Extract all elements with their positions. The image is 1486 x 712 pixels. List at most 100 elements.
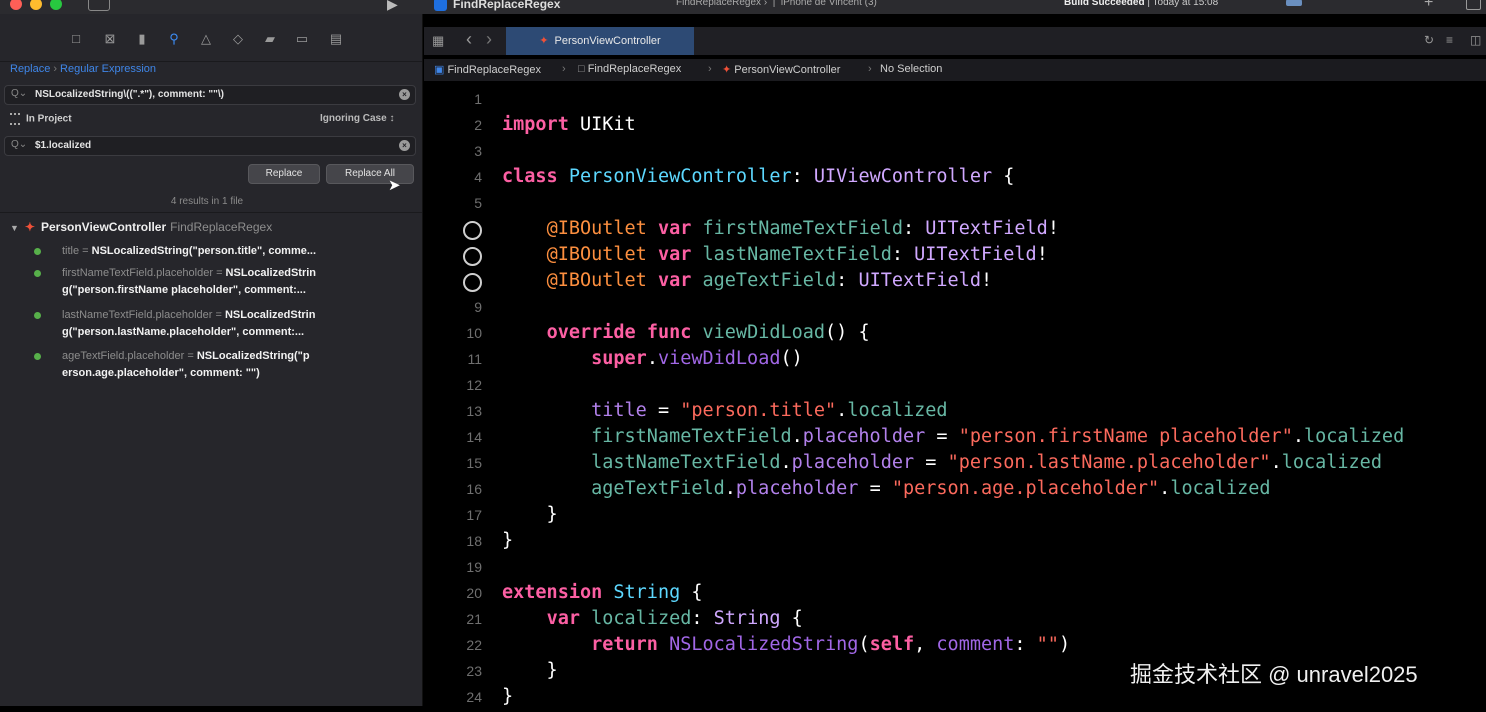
code-line: 13 title = "person.title".localized xyxy=(466,400,948,421)
code-line: @IBOutlet var lastNameTextField: UITextF… xyxy=(424,244,1486,270)
code-line: 15 lastNameTextField.placeholder = "pers… xyxy=(466,452,1382,473)
result-dot-icon xyxy=(34,353,41,360)
replace-all-button[interactable]: Replace All xyxy=(326,164,414,184)
search-scope[interactable]: In Project xyxy=(10,113,72,125)
cloud-icon[interactable] xyxy=(1286,0,1302,6)
swift-file-icon: ✦ xyxy=(24,220,35,234)
result-dot-icon xyxy=(34,312,41,319)
result-file-row[interactable]: ▼ ✦ PersonViewController FindReplaceRegex xyxy=(10,220,272,234)
code-line: 20 extension String { xyxy=(466,582,703,603)
source-control-icon[interactable]: ⊠ xyxy=(102,31,118,47)
warning-icon[interactable]: △ xyxy=(198,31,214,47)
result-dot-icon xyxy=(34,248,41,255)
find-type-selector[interactable]: Regular Expression xyxy=(60,63,156,75)
code-line: 5 xyxy=(474,195,482,211)
search-options-icon[interactable]: Q⌄ xyxy=(11,88,27,99)
library-icon[interactable] xyxy=(1466,0,1481,10)
app-title: FindReplaceRegex xyxy=(434,0,560,12)
outlet-connection-icon[interactable] xyxy=(463,273,482,292)
add-button[interactable]: + xyxy=(1424,0,1433,12)
code-line: @IBOutlet var ageTextField: UITextField! xyxy=(424,270,1486,296)
bookmark-icon[interactable]: ▮ xyxy=(134,31,150,47)
jump-separator: › xyxy=(868,63,872,75)
code-line: 14 firstNameTextField.placeholder = "per… xyxy=(466,426,1405,447)
replace-button[interactable]: Replace xyxy=(248,164,320,184)
jump-bar-selection[interactable]: No Selection xyxy=(880,63,942,75)
code-line: 3 xyxy=(474,143,482,159)
minimize-window-button[interactable] xyxy=(30,0,42,10)
find-navigator: □ ⊠ ▮ ⚲ △ ◇ ▰ ▭ ▤ Replace › Regular Expres… xyxy=(0,14,423,706)
replace-options-icon[interactable]: Q⌄ xyxy=(11,139,27,150)
outlet-connection-icon[interactable] xyxy=(463,221,482,240)
refresh-icon[interactable]: ↻ xyxy=(1424,33,1434,47)
related-items-icon[interactable]: ▦ xyxy=(432,33,446,48)
code-line: 16 ageTextField.placeholder = "person.ag… xyxy=(466,478,1271,499)
code-line: 12 xyxy=(466,377,482,393)
results-count: 4 results in 1 file xyxy=(170,196,244,207)
disclosure-triangle-icon[interactable]: ▼ xyxy=(10,223,19,233)
scheme-selector[interactable]: FindReplaceRegex › | iPhone de Vincent (… xyxy=(676,0,877,8)
code-line: @IBOutlet var firstNameTextField: UIText… xyxy=(424,218,1486,244)
folder-icon: □ xyxy=(578,63,588,75)
forward-chevron-icon[interactable]: › xyxy=(486,29,492,50)
jump-bar-file[interactable]: ✦ PersonViewController xyxy=(722,63,840,76)
code-editor[interactable]: 1 2 import UIKit 3 4 class PersonViewContr… xyxy=(424,86,1486,707)
jump-bar: ▣ FindReplaceRegex › □ FindReplaceRegex … xyxy=(424,59,1486,81)
code-line: 17 } xyxy=(466,504,558,525)
code-line: 11 super.viewDidLoad() xyxy=(467,348,803,369)
code-line: 19 xyxy=(466,559,482,575)
watermark: 掘金技术社区 @ unravel2025 xyxy=(1130,662,1418,687)
code-line: 4 class PersonViewController: UIViewContr… xyxy=(474,166,1015,187)
split-editor-icon[interactable]: ◫ xyxy=(1470,33,1481,47)
back-chevron-icon[interactable]: ‹ xyxy=(466,29,472,50)
jump-separator: › xyxy=(562,63,566,75)
device-selector[interactable]: iPhone de Vincent (3) xyxy=(781,0,877,8)
search-icon[interactable]: ⚲ xyxy=(166,31,182,47)
report-icon[interactable]: ▤ xyxy=(328,31,344,47)
jump-bar-project[interactable]: ▣ FindReplaceRegex xyxy=(434,63,541,76)
code-line: 21 var localized: String { xyxy=(466,608,803,629)
sidebar-toggle-icon[interactable] xyxy=(88,0,110,11)
search-result[interactable]: lastNameTextField.placeholder = NSLocali… xyxy=(34,307,400,341)
code-line: 10 override func viewDidLoad() { xyxy=(466,322,870,343)
adjust-editor-icon[interactable]: ≡ xyxy=(1446,33,1453,47)
search-result[interactable]: title = NSLocalizedString("person.title"… xyxy=(34,243,400,260)
code-line: 2 import UIKit xyxy=(474,114,636,135)
run-button[interactable]: ▶ xyxy=(387,0,398,13)
search-result[interactable]: firstNameTextField.placeholder = NSLocal… xyxy=(34,265,400,299)
close-window-button[interactable] xyxy=(10,0,22,10)
title-bar: ▶ FindReplaceRegex FindReplaceRegex › | … xyxy=(0,0,1486,14)
divider xyxy=(0,212,422,213)
folder-icon[interactable]: □ xyxy=(68,31,84,47)
debug-icon[interactable]: ▰ xyxy=(262,31,278,47)
find-mode-breadcrumb: Replace › Regular Expression xyxy=(10,63,157,75)
mouse-cursor-icon: ➤ xyxy=(388,177,401,194)
find-mode-selector[interactable]: Replace xyxy=(10,63,50,75)
code-line: 18} xyxy=(466,530,514,551)
jump-bar-group[interactable]: □ FindReplaceRegex xyxy=(578,63,681,75)
swift-file-icon: ✦ xyxy=(539,35,549,47)
xcode-project-icon xyxy=(434,0,447,12)
jump-separator: › xyxy=(708,63,712,75)
case-sensitivity-selector[interactable]: Ignoring Case ↕ xyxy=(320,113,394,124)
swift-file-icon: ✦ xyxy=(722,64,735,76)
code-line: 24} xyxy=(466,686,514,707)
search-input[interactable]: NSLocalizedString\((".*"), comment: ""\) xyxy=(35,89,224,100)
zoom-window-button[interactable] xyxy=(50,0,62,10)
clear-search-icon[interactable]: × xyxy=(399,89,410,100)
tab-person-view-controller[interactable]: ✦ PersonViewController xyxy=(506,27,694,55)
breakpoint-icon[interactable]: ▭ xyxy=(294,31,310,47)
test-icon[interactable]: ◇ xyxy=(230,31,246,47)
code-line: 1 xyxy=(474,91,482,107)
search-result[interactable]: ageTextField.placeholder = NSLocalizedSt… xyxy=(34,348,400,382)
result-dot-icon xyxy=(34,270,41,277)
clear-replace-icon[interactable]: × xyxy=(399,140,410,151)
outlet-connection-icon[interactable] xyxy=(463,247,482,266)
code-line: 9 xyxy=(474,299,482,315)
replace-field[interactable]: Q⌄ $1.localized × xyxy=(4,136,416,156)
replace-input[interactable]: $1.localized xyxy=(35,140,91,151)
build-status: Build Succeeded | Today at 15:08 xyxy=(1064,0,1219,8)
search-field[interactable]: Q⌄ NSLocalizedString\((".*"), comment: "… xyxy=(4,85,416,105)
project-icon: ▣ xyxy=(434,64,448,76)
divider xyxy=(0,61,422,62)
